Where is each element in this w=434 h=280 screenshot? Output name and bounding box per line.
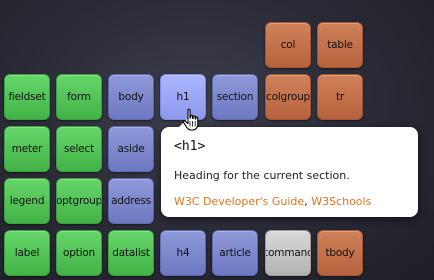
tile-option[interactable]: option [56, 230, 102, 276]
tile-address[interactable]: address [108, 178, 154, 224]
tile-form[interactable]: form [56, 74, 102, 120]
tooltip-links: W3C Developer's Guide, W3Schools [174, 194, 406, 210]
tile-command[interactable]: command [265, 230, 311, 276]
tile-tbody[interactable]: tbody [317, 230, 363, 276]
tile-datalist[interactable]: datalist [108, 230, 154, 276]
tile-aside[interactable]: aside [108, 126, 154, 172]
tooltip-title: <h1> [174, 139, 206, 154]
tile-label[interactable]: label [4, 230, 50, 276]
tile-meter[interactable]: meter [4, 126, 50, 172]
element-tooltip: <h1> Heading for the current section. W3… [161, 118, 418, 217]
tile-h4[interactable]: h4 [160, 230, 206, 276]
w3c-guide-link[interactable]: W3C Developer's Guide [174, 195, 304, 208]
tile-section[interactable]: section [212, 74, 258, 120]
tile-col[interactable]: col [265, 22, 311, 68]
tile-legend[interactable]: legend [4, 178, 50, 224]
tile-colgroup[interactable]: colgroup [265, 74, 311, 120]
tooltip-description: Heading for the current section. [174, 169, 350, 182]
tile-body[interactable]: body [108, 74, 154, 120]
tile-fieldset[interactable]: fieldset [4, 74, 50, 120]
tile-tr[interactable]: tr [317, 74, 363, 120]
tile-article[interactable]: article [212, 230, 258, 276]
tile-table[interactable]: table [317, 22, 363, 68]
hand-pointer-icon [182, 108, 199, 131]
w3schools-link[interactable]: W3Schools [311, 195, 371, 208]
tile-select[interactable]: select [56, 126, 102, 172]
tile-optgroup[interactable]: optgroup [56, 178, 102, 224]
